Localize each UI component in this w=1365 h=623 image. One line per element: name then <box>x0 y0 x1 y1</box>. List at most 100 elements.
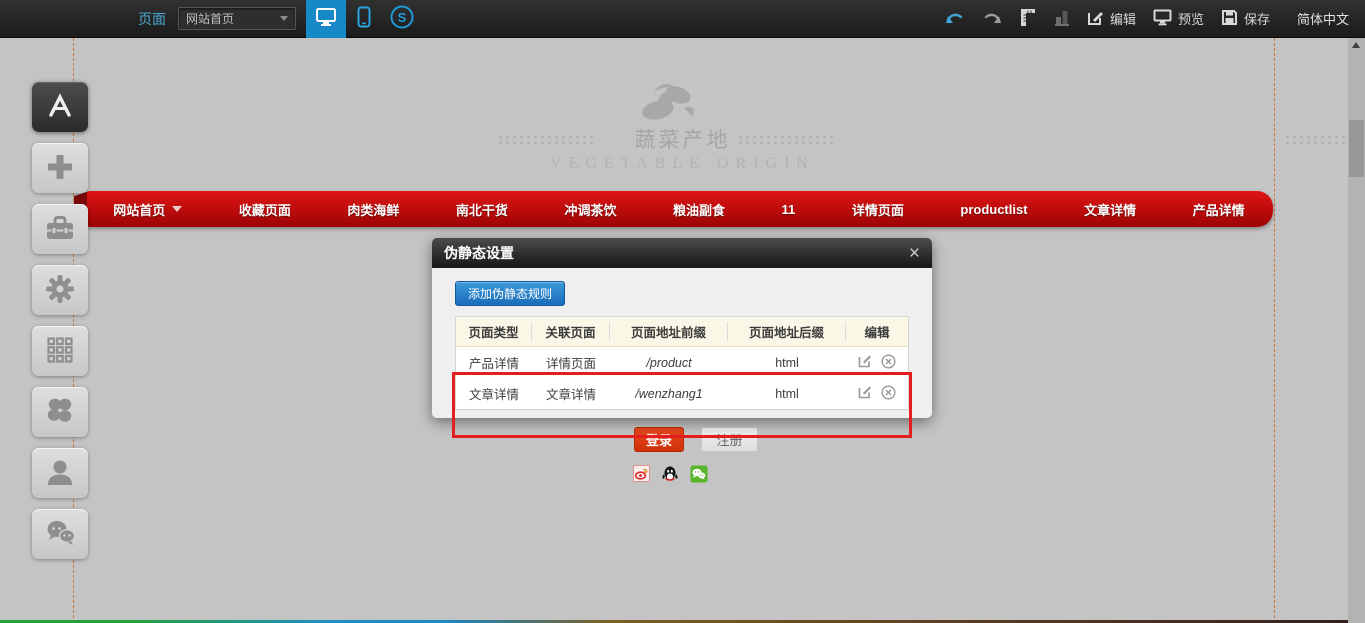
toolbox-icon <box>44 214 76 245</box>
nav-item-detail-page[interactable]: 详情页面 <box>852 200 904 219</box>
edit-row-icon[interactable] <box>858 354 872 372</box>
page-select-dropdown[interactable]: 网站首页 <box>178 7 296 30</box>
col-header-edit: 编辑 <box>846 322 908 341</box>
settings-button[interactable] <box>32 265 88 315</box>
cell-linked-page: 文章详情 <box>532 384 610 403</box>
cell-page-type: 产品详情 <box>456 353 532 372</box>
qq-icon[interactable] <box>661 465 679 483</box>
site-logo-title: 蔬菜产地 <box>0 124 1365 154</box>
page-select-value: 网站首页 <box>186 10 234 27</box>
app-design-icon <box>44 91 76 124</box>
nav-item-tea-drinks[interactable]: 冲调茶饮 <box>564 200 616 219</box>
decorative-dots-far-right <box>1284 134 1346 147</box>
modules-grid-button[interactable] <box>32 326 88 376</box>
scrollbar-thumb[interactable] <box>1349 120 1364 177</box>
user-icon <box>45 457 75 490</box>
save-floppy-icon <box>1221 9 1238 29</box>
dialog-titlebar[interactable]: 伪静态设置 × <box>432 238 932 268</box>
edit-pencil-icon <box>1087 9 1104 29</box>
social-icons-row <box>633 465 708 483</box>
cell-url-suffix: html <box>728 387 846 401</box>
dialog-body: 添加伪静态规则 页面类型 关联页面 页面地址前缀 页面地址后缀 编辑 产品详情 … <box>432 268 932 410</box>
columns-button[interactable] <box>1054 8 1070 29</box>
nav-item-article-detail[interactable]: 文章详情 <box>1084 200 1136 219</box>
rules-table: 页面类型 关联页面 页面地址前缀 页面地址后缀 编辑 产品详情 详情页面 /pr… <box>455 316 909 410</box>
col-header-url-prefix: 页面地址前缀 <box>610 322 728 341</box>
mobile-view-button[interactable] <box>346 0 382 38</box>
nav-item-grain-oil[interactable]: 粮油副食 <box>673 200 725 219</box>
login-register-row: 登录 注册 <box>634 427 758 452</box>
chevron-down-icon <box>172 206 182 212</box>
edit-row-icon[interactable] <box>858 385 872 403</box>
editor-canvas: 蔬菜产地 VEGETABLE ORIGIN 网站首页 收藏页面 肉类海鲜 南北干… <box>0 38 1365 623</box>
nav-item-productlist[interactable]: productlist <box>960 202 1027 217</box>
add-module-button[interactable] <box>32 143 88 193</box>
save-button[interactable]: 保存 <box>1221 9 1270 29</box>
preview-button[interactable]: 预览 <box>1153 9 1204 29</box>
login-button[interactable]: 登录 <box>634 427 684 452</box>
cell-url-suffix: html <box>728 356 846 370</box>
user-button[interactable] <box>32 448 88 498</box>
wechat-icon[interactable] <box>690 465 708 483</box>
delete-row-icon[interactable] <box>881 354 896 372</box>
desktop-view-button[interactable] <box>306 0 346 38</box>
circle-s-icon: S <box>389 4 415 33</box>
undo-button[interactable] <box>945 10 965 28</box>
table-row: 产品详情 详情页面 /product html <box>456 347 908 378</box>
nav-item-home[interactable]: 网站首页 <box>113 200 182 219</box>
vertical-scrollbar[interactable] <box>1348 38 1365 623</box>
svg-text:S: S <box>398 10 407 25</box>
toolbox-button[interactable] <box>32 204 88 254</box>
desktop-icon <box>315 7 337 30</box>
dialog-title: 伪静态设置 <box>444 243 514 263</box>
mobile-phone-icon <box>357 6 371 31</box>
nav-item-11[interactable]: 11 <box>782 202 796 217</box>
gear-icon <box>45 274 75 307</box>
pseudo-static-settings-dialog: 伪静态设置 × 添加伪静态规则 页面类型 关联页面 页面地址前缀 页面地址后缀 … <box>432 238 932 418</box>
delete-row-icon[interactable] <box>881 385 896 403</box>
register-button[interactable]: 注册 <box>701 427 758 452</box>
chat-bubbles-icon <box>44 519 76 550</box>
add-pseudo-static-rule-button[interactable]: 添加伪静态规则 <box>455 281 565 306</box>
cell-page-type: 文章详情 <box>456 384 532 403</box>
cell-url-prefix: /product <box>610 356 728 370</box>
cell-linked-page: 详情页面 <box>532 353 610 372</box>
table-row: 文章详情 文章详情 /wenzhang1 html <box>456 378 908 409</box>
columns-icon <box>1054 8 1070 29</box>
clover-icon <box>45 396 75 429</box>
ruler-button[interactable] <box>1019 7 1037 30</box>
wechat-module-button[interactable] <box>32 509 88 559</box>
language-switcher[interactable]: 简体中文 <box>1297 9 1349 28</box>
widgets-button[interactable] <box>32 387 88 437</box>
undo-icon <box>945 10 965 28</box>
close-icon[interactable]: × <box>909 244 920 263</box>
col-header-page-type: 页面类型 <box>456 322 532 341</box>
nav-item-dry-goods[interactable]: 南北干货 <box>456 200 508 219</box>
redo-icon <box>982 10 1002 28</box>
site-logo-subtitle: VEGETABLE ORIGIN <box>0 155 1365 173</box>
page-label: 页面 <box>138 9 166 29</box>
col-header-linked-page: 关联页面 <box>532 322 610 341</box>
decorative-dots-left <box>497 134 593 147</box>
preview-button-label: 预览 <box>1178 9 1204 28</box>
left-tool-rail <box>32 82 88 570</box>
cell-url-prefix: /wenzhang1 <box>610 387 728 401</box>
col-header-url-suffix: 页面地址后缀 <box>728 322 846 341</box>
nav-item-favorites[interactable]: 收藏页面 <box>239 200 291 219</box>
save-button-label: 保存 <box>1244 9 1270 28</box>
preview-monitor-icon <box>1153 9 1172 29</box>
nav-item-meat-seafood[interactable]: 肉类海鲜 <box>347 200 399 219</box>
app-window: 页面 网站首页 S <box>0 0 1365 623</box>
app-design-button[interactable] <box>32 82 88 132</box>
design-link-button[interactable]: S <box>382 0 422 38</box>
grid-icon <box>46 336 74 367</box>
scrollbar-up-arrow[interactable] <box>1352 42 1360 48</box>
edit-button-label: 编辑 <box>1110 9 1136 28</box>
nav-item-product-detail[interactable]: 产品详情 <box>1193 200 1245 219</box>
redo-button[interactable] <box>982 10 1002 28</box>
edit-button[interactable]: 编辑 <box>1087 9 1136 29</box>
weibo-icon[interactable] <box>633 465 650 483</box>
top-toolbar: 页面 网站首页 S <box>0 0 1365 38</box>
rules-table-header: 页面类型 关联页面 页面地址前缀 页面地址后缀 编辑 <box>456 317 908 347</box>
plus-icon <box>45 152 75 185</box>
